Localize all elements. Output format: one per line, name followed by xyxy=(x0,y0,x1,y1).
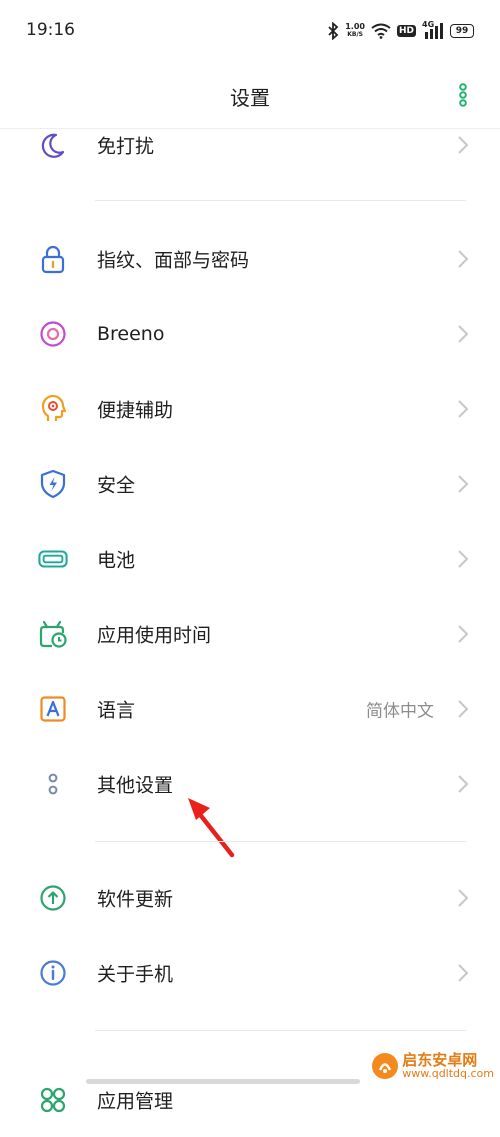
net-speed-value: 1.00 xyxy=(345,22,365,31)
status-icons: 1.00 KB/S HD 4G 99 xyxy=(327,20,474,42)
shield-icon xyxy=(38,469,68,499)
settings-item-fingerprint[interactable]: 指纹、面部与密码 xyxy=(0,221,500,296)
more-options-button[interactable] xyxy=(450,80,476,110)
gesture-bar xyxy=(86,1079,360,1084)
settings-item-label: 语言 xyxy=(97,699,136,721)
watermark: 启东安卓网 www.qdltdq.com xyxy=(372,1052,494,1080)
apps-icon xyxy=(38,1085,68,1115)
settings-item-security[interactable]: 安全 xyxy=(0,446,500,521)
watermark-url: www.qdltdq.com xyxy=(402,1067,494,1080)
more-vertical-icon xyxy=(459,83,467,107)
settings-item-label: 软件更新 xyxy=(97,888,174,910)
battery-icon xyxy=(38,544,68,574)
settings-item-accessibility[interactable]: 便捷辅助 xyxy=(0,371,500,446)
settings-item-label: 应用管理 xyxy=(97,1090,174,1112)
status-time: 19:16 xyxy=(26,20,75,40)
divider xyxy=(95,1030,466,1031)
chevron-right-icon xyxy=(458,624,469,643)
watermark-text: 启东安卓网 www.qdltdq.com xyxy=(402,1052,494,1080)
divider xyxy=(95,841,466,842)
language-icon xyxy=(38,694,68,724)
accessibility-icon xyxy=(38,394,68,424)
settings-item-label: 指纹、面部与密码 xyxy=(97,249,250,271)
breeno-icon xyxy=(38,319,68,349)
chevron-right-icon xyxy=(458,249,469,268)
clock-icon xyxy=(38,619,68,649)
settings-item-battery[interactable]: 电池 xyxy=(0,521,500,596)
language-value: 简体中文 xyxy=(366,701,434,721)
signal-icon xyxy=(425,23,443,39)
net-speed-unit: KB/S xyxy=(347,31,363,38)
other-settings-icon xyxy=(38,769,68,799)
moon-icon xyxy=(38,130,68,160)
chevron-right-icon xyxy=(458,135,469,154)
settings-item-screen-time[interactable]: 应用使用时间 xyxy=(0,596,500,671)
watermark-name: 启东安卓网 xyxy=(402,1051,478,1069)
hd-badge: HD xyxy=(396,25,416,37)
battery-indicator: 99 xyxy=(450,24,474,38)
cell-signal: 4G xyxy=(422,20,444,40)
chevron-right-icon xyxy=(458,888,469,907)
settings-item-label: 关于手机 xyxy=(97,963,174,985)
chevron-right-icon xyxy=(458,474,469,493)
chevron-right-icon xyxy=(458,774,469,793)
watermark-logo-icon xyxy=(372,1053,399,1079)
settings-item-label: 安全 xyxy=(97,474,136,496)
wifi-icon xyxy=(371,23,391,39)
settings-item-label: Breeno xyxy=(97,322,165,345)
settings-item-dnd[interactable]: 免打扰 xyxy=(0,107,500,182)
settings-item-breeno[interactable]: Breeno xyxy=(0,296,500,371)
chevron-right-icon xyxy=(458,549,469,568)
chevron-right-icon xyxy=(458,324,469,343)
status-bar: 19:16 1.00 KB/S HD 4G 99 xyxy=(0,0,500,60)
settings-item-label: 免打扰 xyxy=(97,135,155,157)
settings-item-label: 其他设置 xyxy=(97,774,174,796)
settings-item-language[interactable]: 语言 简体中文 xyxy=(0,671,500,746)
chevron-right-icon xyxy=(458,399,469,418)
settings-item-about[interactable]: 关于手机 xyxy=(0,935,500,1010)
lock-icon xyxy=(38,244,68,274)
settings-item-label: 电池 xyxy=(97,549,136,571)
network-speed: 1.00 KB/S xyxy=(345,23,365,39)
chevron-right-icon xyxy=(458,699,469,718)
settings-item-label: 便捷辅助 xyxy=(97,399,174,421)
chevron-right-icon xyxy=(458,963,469,982)
divider xyxy=(95,200,466,201)
update-icon xyxy=(38,883,68,913)
info-icon xyxy=(38,958,68,988)
settings-item-update[interactable]: 软件更新 xyxy=(0,860,500,935)
bluetooth-icon xyxy=(328,22,339,40)
settings-item-label: 应用使用时间 xyxy=(97,624,212,646)
settings-item-other[interactable]: 其他设置 xyxy=(0,746,500,821)
